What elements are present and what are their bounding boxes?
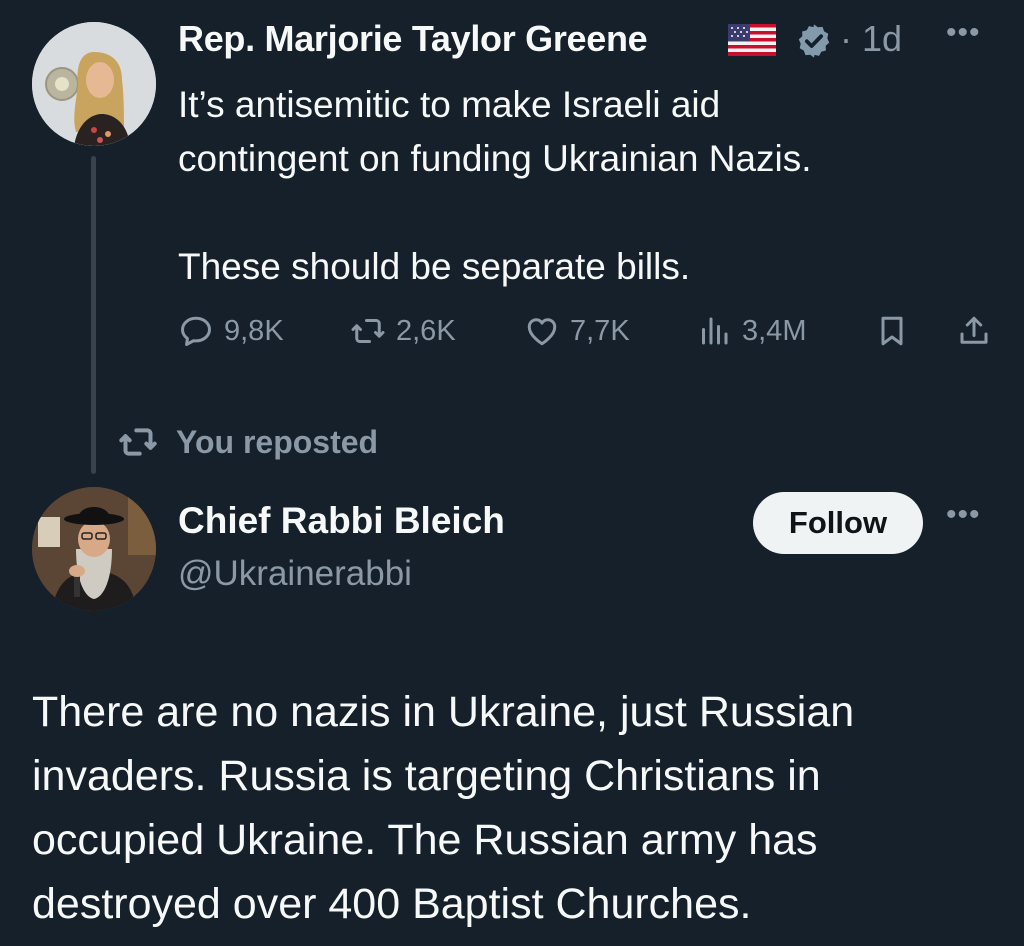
bookmark-icon <box>881 316 903 346</box>
avatar[interactable] <box>32 487 156 611</box>
author-name[interactable]: Chief Rabbi Bleich <box>178 500 505 542</box>
like-count: 7,7K <box>570 314 630 347</box>
tweet-text: It’s antisemitic to make Israeli aid con… <box>178 84 812 287</box>
retweet-icon <box>351 319 385 343</box>
share-button[interactable] <box>956 306 1002 356</box>
verified-badge-icon[interactable] <box>795 22 833 60</box>
reply-icon <box>181 316 211 346</box>
author-name[interactable]: Rep. Marjorie Taylor Greene <box>178 18 648 60</box>
views-icon <box>702 317 728 345</box>
us-flag-icon <box>728 24 776 56</box>
views-button[interactable]: 3,4M <box>696 306 806 356</box>
retweet-icon <box>119 428 157 456</box>
bookmark-button[interactable] <box>874 306 920 356</box>
avatar-photo-bleich <box>32 487 156 611</box>
like-button[interactable]: 7,7K <box>524 306 630 356</box>
author-handle[interactable]: @Ukrainerabbi <box>178 554 412 594</box>
repost-label: You reposted <box>176 423 379 460</box>
repost-notice: You reposted <box>118 420 378 464</box>
tweet-timestamp[interactable]: · 1d <box>840 18 902 60</box>
more-options-icon[interactable]: ••• <box>946 16 981 50</box>
tweet-actions: 9,8K 2,6K 7,7K 3,4M <box>178 306 998 356</box>
reply-button[interactable]: 9,8K <box>178 306 284 356</box>
thread-connector-line <box>91 156 96 474</box>
heart-icon <box>527 318 557 346</box>
share-icon <box>960 316 988 344</box>
follow-button[interactable]: Follow <box>753 492 923 554</box>
avatar-photo-greene <box>32 22 156 146</box>
tweet-text: There are no nazis in Ukraine, just Russ… <box>32 688 855 928</box>
reply-count: 9,8K <box>224 314 284 347</box>
more-options-icon[interactable]: ••• <box>946 498 981 532</box>
repost-button[interactable]: 2,6K <box>350 306 456 356</box>
repost-count: 2,6K <box>396 314 456 347</box>
avatar[interactable] <box>32 22 156 146</box>
views-count: 3,4M <box>742 314 807 347</box>
